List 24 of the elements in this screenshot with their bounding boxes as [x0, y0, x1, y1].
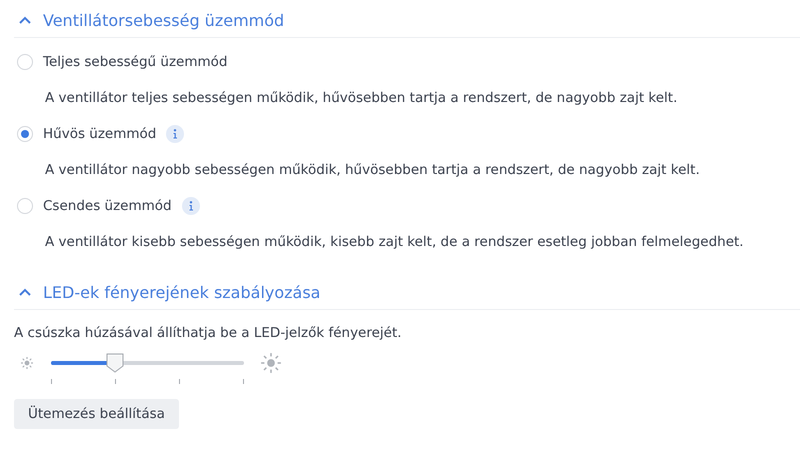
chevron-up-icon[interactable]: [19, 16, 31, 24]
tick-mark: [51, 379, 52, 384]
radio-button[interactable]: [17, 126, 33, 142]
schedule-button[interactable]: Ütemezés beállítása: [14, 399, 179, 429]
radio-button[interactable]: [17, 54, 33, 70]
option-label[interactable]: Hűvös üzemmód: [43, 126, 156, 142]
chevron-up-icon[interactable]: [19, 288, 31, 296]
tick-mark: [179, 379, 180, 384]
info-icon[interactable]: [182, 197, 200, 215]
option-label[interactable]: Csendes üzemmód: [43, 198, 172, 214]
info-icon[interactable]: [166, 125, 184, 143]
sun-icon: [260, 352, 282, 374]
slider-handle[interactable]: [106, 353, 124, 373]
sun-icon: [19, 355, 35, 371]
tick-mark: [115, 379, 116, 384]
option-description: A ventillátor teljes sebességen működik, hűvösebben tartja a rendszert, de nagyobb zajt kelt.: [45, 89, 678, 108]
slider-description: A csúszka húzásával állíthatja be a LED-jelzők fényerejét.: [14, 324, 403, 343]
radio-button[interactable]: [17, 198, 33, 214]
option-description: A ventillátor nagyobb sebességen működik, hűvösebben tartja a rendszert, de nagyobb zajt kelt.: [45, 161, 701, 180]
tick-mark: [243, 379, 244, 384]
option-label[interactable]: Teljes sebességű üzemmód: [43, 54, 228, 70]
section-title: LED-ek fényerejének szabályozása: [43, 282, 320, 302]
option-description: A ventillátor kisebb sebességen működik, kisebb zajt kelt, de a rendszer esetleg jobban felmelegedhet.: [45, 233, 745, 252]
section-title: Ventillátorsebesség üzemmód: [43, 10, 284, 30]
